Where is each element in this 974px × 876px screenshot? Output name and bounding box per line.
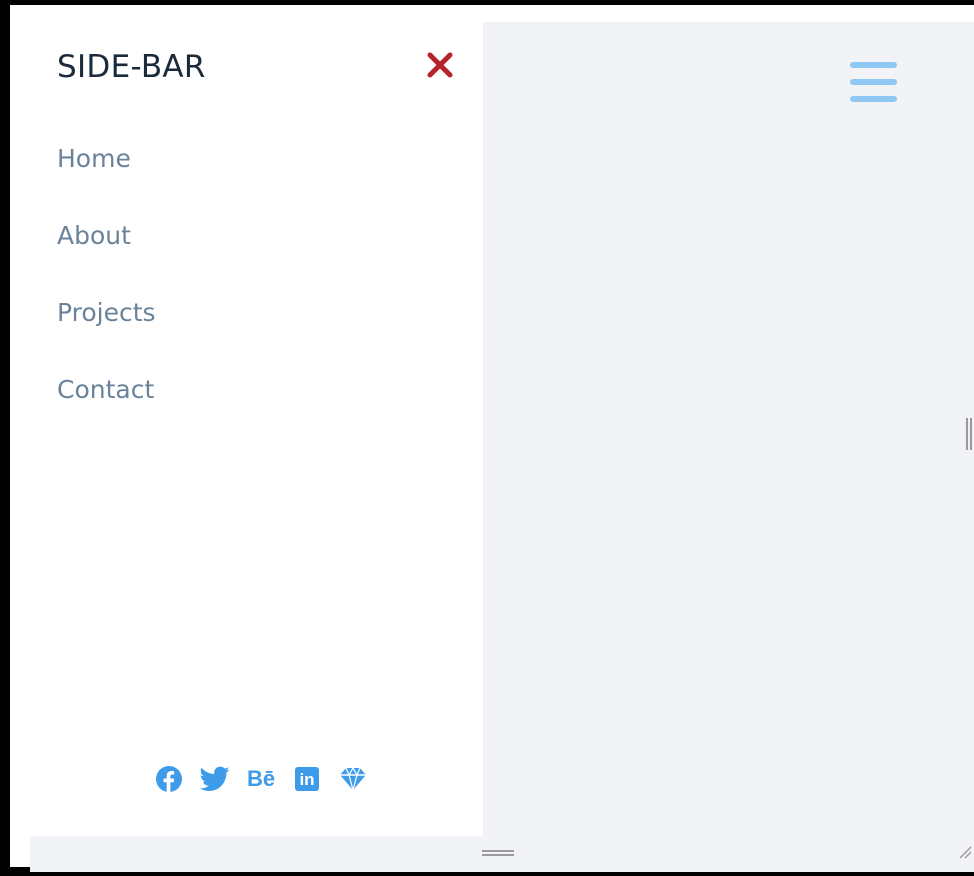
hamburger-bar <box>850 79 897 85</box>
menu-toggle-button[interactable] <box>848 60 900 106</box>
hamburger-bar <box>850 62 897 68</box>
facebook-icon <box>156 766 182 792</box>
sidebar: SIDE-BAR Home About Projects Contact Bē … <box>30 22 483 836</box>
nav-item-about[interactable]: About <box>57 223 156 300</box>
sidebar-nav: Home About Projects Contact <box>57 146 156 454</box>
resize-grip-icon[interactable] <box>958 844 972 859</box>
twitter-icon <box>200 766 230 791</box>
nav-item-home[interactable]: Home <box>57 146 156 223</box>
linkedin-icon: in <box>295 767 319 791</box>
diamond-link[interactable] <box>336 764 370 794</box>
behance-link[interactable]: Bē <box>244 764 278 794</box>
nav-item-projects[interactable]: Projects <box>57 300 156 377</box>
linkedin-glyph: in <box>299 769 315 789</box>
linkedin-link[interactable]: in <box>290 764 324 794</box>
close-icon <box>427 52 453 78</box>
nav-item-contact[interactable]: Contact <box>57 377 156 454</box>
close-sidebar-button[interactable] <box>427 52 453 78</box>
facebook-link[interactable] <box>152 764 186 794</box>
social-links: Bē in <box>152 764 370 794</box>
vertical-resize-handle[interactable] <box>966 418 972 450</box>
sidebar-title: SIDE-BAR <box>57 49 206 85</box>
twitter-link[interactable] <box>198 764 232 794</box>
page-canvas: SIDE-BAR Home About Projects Contact Bē … <box>30 22 974 872</box>
horizontal-resize-handle[interactable] <box>482 850 516 858</box>
diamond-icon <box>340 767 366 791</box>
hamburger-bar <box>850 96 897 102</box>
behance-icon: Bē <box>246 766 276 791</box>
window-frame: SIDE-BAR Home About Projects Contact Bē … <box>0 0 974 876</box>
